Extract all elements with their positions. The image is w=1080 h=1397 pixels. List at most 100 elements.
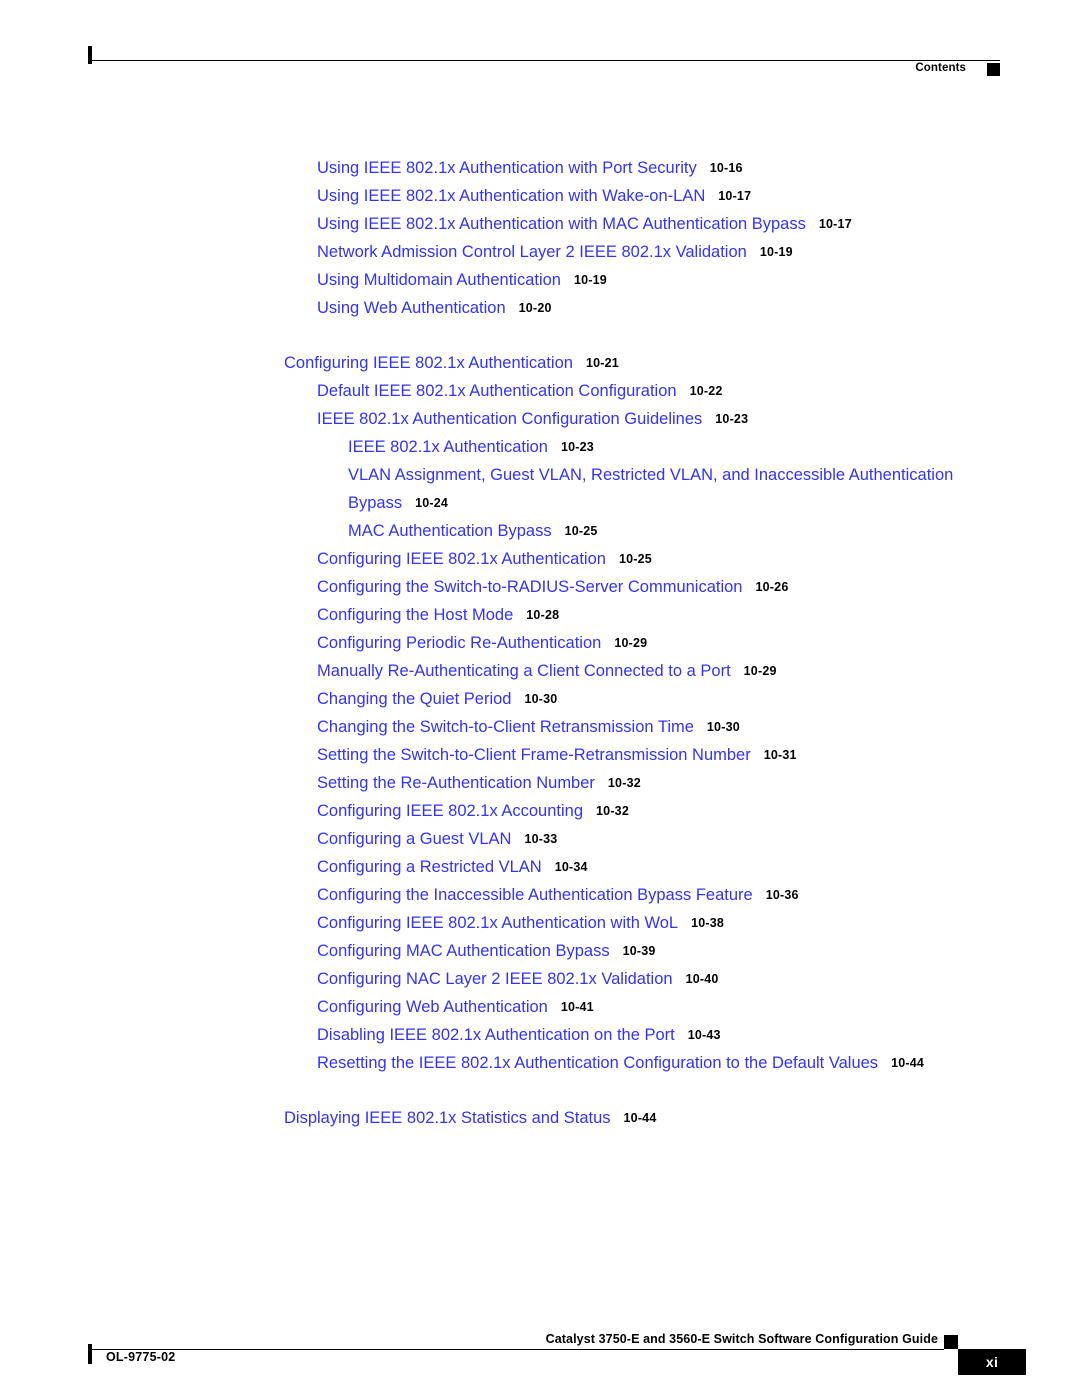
toc-entry[interactable]: MAC Authentication Bypass 10-25 bbox=[0, 517, 1080, 545]
toc-entry[interactable]: Configuring Periodic Re-Authentication 10… bbox=[0, 629, 1080, 657]
toc-entry-title[interactable]: Configuring IEEE 802.1x Accounting bbox=[317, 802, 583, 820]
toc-entry-page-number: 10-41 bbox=[560, 1000, 594, 1014]
toc-entry[interactable]: Using Multidomain Authentication 10-19 bbox=[0, 266, 1080, 294]
toc-entry-page-number: 10-22 bbox=[689, 384, 723, 398]
toc-entry-page-number: 10-38 bbox=[691, 916, 725, 930]
toc-entry-page-number: 10-17 bbox=[718, 189, 752, 203]
toc-entry-page-number: 10-44 bbox=[623, 1111, 657, 1125]
toc-entry[interactable]: Disabling IEEE 802.1x Authentication on … bbox=[0, 1021, 1080, 1049]
toc-entry-page-number: 10-28 bbox=[526, 608, 560, 622]
toc-entry-title[interactable]: Changing the Switch-to-Client Retransmis… bbox=[317, 718, 694, 736]
toc-entry-title[interactable]: Configuring the Inaccessible Authenticat… bbox=[317, 886, 753, 904]
toc-entry-title[interactable]: Using IEEE 802.1x Authentication with Po… bbox=[317, 159, 697, 177]
toc-entry[interactable]: Using IEEE 802.1x Authentication with Wa… bbox=[0, 182, 1080, 210]
toc-entry-title[interactable]: Configuring Web Authentication bbox=[317, 998, 548, 1016]
toc-entry-title[interactable]: Displaying IEEE 802.1x Statistics and St… bbox=[284, 1109, 611, 1127]
toc-entry-page-number: 10-23 bbox=[715, 412, 749, 426]
footer-document-id: OL-9775-02 bbox=[106, 1350, 176, 1364]
toc-entry-title[interactable]: Using Web Authentication bbox=[317, 299, 506, 317]
toc-entry[interactable]: Setting the Re-Authentication Number 10-3… bbox=[0, 769, 1080, 797]
toc-entry-title[interactable]: Configuring the Switch-to-RADIUS-Server … bbox=[317, 578, 743, 596]
toc-entry-title[interactable]: Setting the Re-Authentication Number bbox=[317, 774, 595, 792]
toc-entry-title[interactable]: IEEE 802.1x Authentication bbox=[348, 438, 548, 456]
toc-entry-title[interactable]: IEEE 802.1x Authentication Configuration… bbox=[317, 410, 702, 428]
toc-entry[interactable]: Displaying IEEE 802.1x Statistics and St… bbox=[0, 1104, 1080, 1132]
toc-entry[interactable]: Setting the Switch-to-Client Frame-Retra… bbox=[0, 741, 1080, 769]
toc-entry[interactable]: Using Web Authentication 10-20 bbox=[0, 294, 1080, 322]
toc-entry-page-number: 10-32 bbox=[607, 776, 641, 790]
toc-entry-page-number: 10-36 bbox=[765, 888, 799, 902]
toc-entry-title[interactable]: MAC Authentication Bypass bbox=[348, 522, 552, 540]
toc-entry-page-number: 10-39 bbox=[622, 944, 656, 958]
toc-entry-page-number: 10-31 bbox=[763, 748, 797, 762]
toc-entry-page-number: 10-40 bbox=[685, 972, 719, 986]
toc-entry-title[interactable]: Using IEEE 802.1x Authentication with MA… bbox=[317, 215, 806, 233]
toc-entry-title[interactable]: Network Admission Control Layer 2 IEEE 8… bbox=[317, 243, 747, 261]
header-chapter-label: Contents bbox=[915, 62, 966, 74]
toc-entry[interactable]: Manually Re-Authenticating a Client Conn… bbox=[0, 657, 1080, 685]
toc-entry-page-number: 10-19 bbox=[573, 273, 607, 287]
toc-entry[interactable]: Configuring IEEE 802.1x Authentication 10… bbox=[0, 349, 1080, 377]
toc-entry[interactable]: Configuring IEEE 802.1x Authentication w… bbox=[0, 909, 1080, 937]
toc-entry-title[interactable]: Default IEEE 802.1x Authentication Confi… bbox=[317, 382, 677, 400]
toc-entry[interactable]: Configuring the Inaccessible Authenticat… bbox=[0, 881, 1080, 909]
footer-rule bbox=[88, 1349, 944, 1350]
toc-entry-page-number: 10-20 bbox=[518, 301, 552, 315]
page-footer: Catalyst 3750-E and 3560-E Switch Softwa… bbox=[88, 1330, 1026, 1386]
black-square-icon bbox=[987, 63, 1000, 76]
toc-entry-page-number: 10-25 bbox=[564, 524, 598, 538]
toc-entry-page-number: 10-26 bbox=[755, 580, 789, 594]
toc-entry-title[interactable]: Configuring IEEE 802.1x Authentication bbox=[317, 550, 606, 568]
toc-entry-page-number: 10-29 bbox=[614, 636, 648, 650]
toc-entry-title[interactable]: Using IEEE 802.1x Authentication with Wa… bbox=[317, 187, 705, 205]
toc-entry-title[interactable]: Manually Re-Authenticating a Client Conn… bbox=[317, 662, 731, 680]
toc-entry[interactable]: Default IEEE 802.1x Authentication Confi… bbox=[0, 377, 1080, 405]
toc-entry[interactable]: Configuring a Guest VLAN 10-33 bbox=[0, 825, 1080, 853]
toc-entry-page-number: 10-43 bbox=[687, 1028, 721, 1042]
toc-entry[interactable]: Network Admission Control Layer 2 IEEE 8… bbox=[0, 238, 1080, 266]
toc-entry-title[interactable]: Using Multidomain Authentication bbox=[317, 271, 561, 289]
toc-entry[interactable]: Configuring the Switch-to-RADIUS-Server … bbox=[0, 573, 1080, 601]
toc-entry[interactable]: Configuring NAC Layer 2 IEEE 802.1x Vali… bbox=[0, 965, 1080, 993]
header-tick-mark bbox=[88, 46, 92, 64]
toc-entry[interactable]: Configuring IEEE 802.1x Accounting 10-32 bbox=[0, 797, 1080, 825]
toc-entry-page-number: 10-30 bbox=[524, 692, 558, 706]
toc-entry-page-number: 10-32 bbox=[596, 804, 629, 818]
toc-entry[interactable]: Changing the Switch-to-Client Retransmis… bbox=[0, 713, 1080, 741]
toc-entry-title[interactable]: Configuring MAC Authentication Bypass bbox=[317, 942, 610, 960]
toc-entry[interactable]: Using IEEE 802.1x Authentication with Po… bbox=[0, 154, 1080, 182]
toc-entry-page-number: 10-33 bbox=[524, 832, 558, 846]
toc-entry-title[interactable]: Configuring NAC Layer 2 IEEE 802.1x Vali… bbox=[317, 970, 673, 988]
toc-entry-page-number: 10-23 bbox=[560, 440, 594, 454]
toc-entry[interactable]: Using IEEE 802.1x Authentication with MA… bbox=[0, 210, 1080, 238]
toc-entry-title[interactable]: Configuring a Restricted VLAN bbox=[317, 858, 542, 876]
toc-entry-title[interactable]: Configuring the Host Mode bbox=[317, 606, 513, 624]
toc-entry-title[interactable]: Configuring IEEE 802.1x Authentication bbox=[284, 354, 573, 372]
toc-entry-page-number: 10-29 bbox=[743, 664, 777, 678]
toc-entry[interactable]: Configuring the Host Mode 10-28 bbox=[0, 601, 1080, 629]
page-header: Contents bbox=[88, 46, 1000, 80]
toc-entry[interactable]: Resetting the IEEE 802.1x Authentication… bbox=[0, 1049, 1080, 1077]
toc-entry-page-number: 10-44 bbox=[891, 1056, 925, 1070]
toc-entry-title[interactable]: Changing the Quiet Period bbox=[317, 690, 511, 708]
toc-entry[interactable]: Configuring Web Authentication 10-41 bbox=[0, 993, 1080, 1021]
toc-entry[interactable]: Configuring MAC Authentication Bypass 10-… bbox=[0, 937, 1080, 965]
toc-entry[interactable]: IEEE 802.1x Authentication Configuration… bbox=[0, 405, 1080, 433]
toc-entry-title[interactable]: Configuring IEEE 802.1x Authentication w… bbox=[317, 914, 678, 932]
table-of-contents: Using IEEE 802.1x Authentication with Po… bbox=[0, 154, 1080, 1132]
toc-entry-page-number: 10-17 bbox=[818, 217, 852, 231]
toc-entry-title[interactable]: Resetting the IEEE 802.1x Authentication… bbox=[317, 1054, 878, 1072]
toc-entry[interactable]: VLAN Assignment, Guest VLAN, Restricted … bbox=[0, 461, 1080, 517]
toc-entry[interactable]: IEEE 802.1x Authentication 10-23 bbox=[0, 433, 1080, 461]
toc-entry-page-number: 10-21 bbox=[585, 356, 619, 370]
toc-entry[interactable]: Changing the Quiet Period 10-30 bbox=[0, 685, 1080, 713]
toc-entry-page-number: 10-25 bbox=[618, 552, 652, 566]
toc-entry-title[interactable]: Configuring a Guest VLAN bbox=[317, 830, 511, 848]
toc-entry[interactable]: Configuring IEEE 802.1x Authentication 10… bbox=[0, 545, 1080, 573]
toc-entry-title[interactable]: Disabling IEEE 802.1x Authentication on … bbox=[317, 1026, 675, 1044]
toc-entry-page-number: 10-30 bbox=[706, 720, 740, 734]
toc-entry[interactable]: Configuring a Restricted VLAN 10-34 bbox=[0, 853, 1080, 881]
footer-tick-mark bbox=[88, 1344, 92, 1364]
toc-entry-title[interactable]: Configuring Periodic Re-Authentication bbox=[317, 634, 601, 652]
toc-entry-title[interactable]: Setting the Switch-to-Client Frame-Retra… bbox=[317, 746, 751, 764]
